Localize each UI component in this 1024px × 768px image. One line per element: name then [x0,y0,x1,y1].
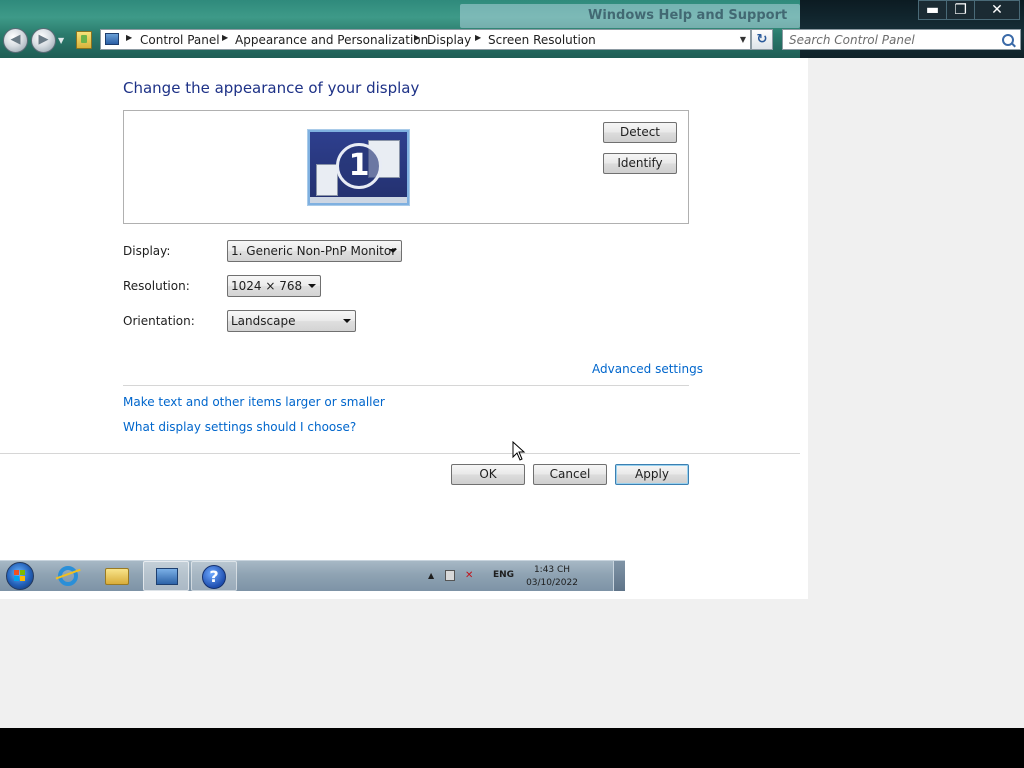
resolution-value: 1024 × 768 [231,279,303,293]
resolution-label: Resolution: [123,279,190,293]
screen-resolution-content: Change the appearance of your display 1 … [0,58,808,560]
display-value: 1. Generic Non-PnP Monitor [231,244,397,258]
cancel-button[interactable]: Cancel [533,464,607,485]
window-titlebar: Windows Help and Support ▬ ❐ ✕ ◀ ▶ ▼ ▶ C… [0,0,1024,58]
identify-button[interactable]: Identify [603,153,677,174]
breadcrumb-appearance[interactable]: Appearance and Personalization [235,33,428,47]
breadcrumb-control-panel[interactable]: Control Panel [140,33,220,47]
taskbar-windows-explorer[interactable] [94,561,140,591]
address-dropdown-icon[interactable]: ▼ [740,35,746,44]
search-icon[interactable] [1002,34,1014,46]
taskbar-internet-explorer[interactable] [46,561,92,591]
clock-time[interactable]: 1:43 CH [520,565,584,575]
taskbar: ? ▲ ✕ ENG 1:43 CH 03/10/2022 [0,560,625,591]
section-divider [123,385,689,386]
help-and-support-icon: ? [202,565,226,589]
control-panel-folder-icon [76,31,92,49]
screen-bottom-border [0,728,1024,768]
monitor-number: 1 [336,143,382,189]
text-size-link[interactable]: Make text and other items larger or smal… [123,395,385,409]
taskbar-control-panel[interactable] [143,561,189,591]
control-panel-icon [105,33,119,45]
control-panel-icon [156,568,178,585]
search-box[interactable] [782,29,1021,50]
preview-taskbar-shape [310,197,407,203]
button-area-divider [0,453,800,454]
background-window-title: Windows Help and Support [588,8,788,23]
breadcrumb-screen-resolution[interactable]: Screen Resolution [488,33,596,47]
start-button[interactable] [6,562,34,590]
desktop-area [0,591,800,599]
internet-explorer-icon [58,566,78,586]
resolution-select[interactable]: 1024 × 768 [227,275,321,297]
chevron-down-icon [308,284,316,288]
refresh-icon: ↻ [756,32,768,47]
breadcrumb-chevron-icon[interactable]: ▶ [414,33,420,42]
apply-button[interactable]: Apply [615,464,689,485]
volume-muted-icon[interactable]: ✕ [465,570,475,581]
clock-date[interactable]: 03/10/2022 [520,578,584,588]
address-bar[interactable]: ▶ Control Panel ▶ Appearance and Persona… [100,29,751,50]
forward-arrow-icon: ▶ [38,32,49,47]
ok-button[interactable]: OK [451,464,525,485]
detect-button[interactable]: Detect [603,122,677,143]
breadcrumb-chevron-icon[interactable]: ▶ [222,33,228,42]
monitor-arrangement-panel: 1 Detect Identify [123,110,689,224]
right-empty-area [808,58,1024,568]
back-button[interactable]: ◀ [3,28,28,53]
display-settings-help-link[interactable]: What display settings should I choose? [123,420,356,434]
page-title: Change the appearance of your display [123,79,420,97]
monitor-1-icon[interactable]: 1 [308,130,409,205]
breadcrumb-display[interactable]: Display [427,33,471,47]
orientation-label: Orientation: [123,314,195,328]
show-desktop-button[interactable] [613,561,625,591]
refresh-button[interactable]: ↻ [751,29,773,50]
preview-window-shape [316,164,338,196]
language-indicator[interactable]: ENG [493,570,514,580]
minimize-button[interactable]: ▬ [918,0,946,20]
search-input[interactable] [789,33,989,47]
orientation-value: Landscape [231,314,296,328]
network-icon[interactable] [445,570,455,581]
advanced-settings-link[interactable]: Advanced settings [592,362,703,376]
breadcrumb-chevron-icon[interactable]: ▶ [126,33,132,42]
taskbar-help-and-support[interactable]: ? [191,561,237,591]
close-button[interactable]: ✕ [974,0,1020,20]
display-label: Display: [123,244,171,258]
back-arrow-icon: ◀ [10,32,21,47]
breadcrumb-chevron-icon[interactable]: ▶ [475,33,481,42]
recent-pages-dropdown-icon[interactable]: ▼ [58,36,64,45]
chevron-down-icon [389,249,397,253]
windows-explorer-icon [105,568,129,585]
chevron-down-icon [343,319,351,323]
show-hidden-icons-button[interactable]: ▲ [428,571,434,580]
forward-button[interactable]: ▶ [31,28,56,53]
start-orb-icon [14,570,26,582]
orientation-select[interactable]: Landscape [227,310,356,332]
maximize-button[interactable]: ❐ [946,0,974,20]
display-select[interactable]: 1. Generic Non-PnP Monitor [227,240,402,262]
